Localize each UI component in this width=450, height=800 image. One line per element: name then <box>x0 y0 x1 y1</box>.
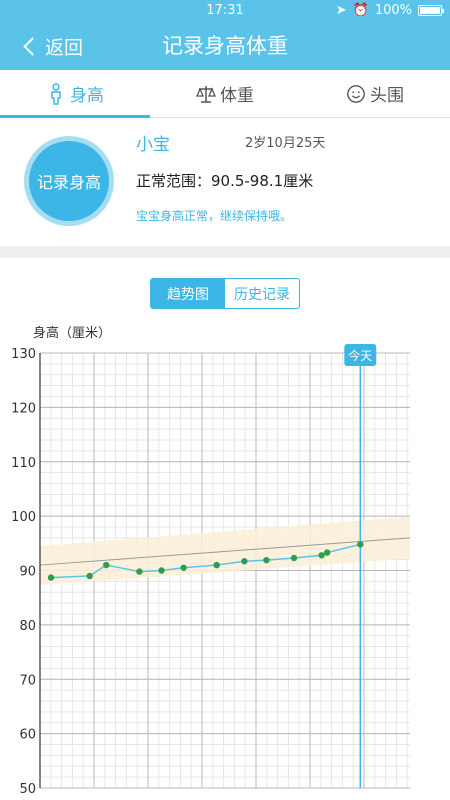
chart-canvas: 今天 50 60 70 80 90 100 110 120 130 <box>11 344 411 797</box>
tab-label: 体重 <box>220 86 254 106</box>
person-icon <box>51 82 61 105</box>
tab-label: 头围 <box>370 86 404 106</box>
y-tick-label: 50 <box>19 782 36 797</box>
today-label: 今天 <box>348 348 372 363</box>
data-point <box>86 572 93 580</box>
info-card: 记录身高 小宝 2岁10月25天 正常范围：90.5-98.1厘米 宝宝身高正常… <box>0 118 450 246</box>
status-message: 宝宝身高正常，继续保持哦。 <box>136 209 293 223</box>
data-point <box>213 561 220 569</box>
y-tick-label: 120 <box>11 401 36 416</box>
tab-height[interactable]: 身高 <box>0 70 150 118</box>
alarm-icon: ⏰ <box>352 3 369 18</box>
segment-history[interactable]: 历史记录 <box>225 279 299 308</box>
y-tick-label: 130 <box>11 347 36 362</box>
record-height-button[interactable]: 记录身高 <box>24 136 114 226</box>
data-point <box>323 549 331 556</box>
tab-head[interactable]: 头围 <box>300 70 450 117</box>
y-tick-label: 100 <box>11 510 36 525</box>
y-tick-label: 90 <box>19 565 36 580</box>
status-bar: 17:31 ➤ ⏰ 100% <box>0 0 450 22</box>
data-point <box>290 554 298 562</box>
page-title: 记录身高体重 <box>162 34 288 58</box>
section-divider <box>0 246 450 258</box>
tab-label: 身高 <box>70 86 104 106</box>
data-point <box>103 561 110 569</box>
height-chart: 身高（厘米） 今天 50 60 70 80 90 100 110 120 130 <box>0 316 450 800</box>
y-tick-label: 60 <box>19 728 36 743</box>
face-icon <box>347 84 365 103</box>
scale-icon <box>196 85 216 103</box>
y-tick-label: 80 <box>19 619 36 634</box>
view-switcher: 趋势图 历史记录 <box>150 278 300 309</box>
data-point <box>47 574 55 581</box>
data-point <box>180 564 187 571</box>
data-point <box>318 552 325 559</box>
data-point <box>241 558 248 565</box>
location-icon: ➤ <box>335 3 347 18</box>
tab-weight[interactable]: 体重 <box>150 70 300 117</box>
y-tick-label: 70 <box>19 673 36 688</box>
y-tick-label: 110 <box>11 456 36 471</box>
normal-range: 正常范围：90.5-98.1厘米 <box>136 172 314 190</box>
baby-name: 小宝 <box>136 135 170 155</box>
battery-icon <box>418 5 444 16</box>
data-point <box>263 556 270 564</box>
data-point <box>357 541 364 548</box>
nav-bar: 返回 记录身高体重 <box>0 22 450 70</box>
baby-age: 2岁10月25天 <box>245 136 326 151</box>
status-right: ➤ ⏰ 100% <box>335 3 444 18</box>
data-point <box>158 567 165 574</box>
battery-percent: 100% <box>374 3 412 18</box>
tab-bar: 身高 体重 头围 <box>0 70 450 118</box>
data-point <box>136 568 143 575</box>
segment-trend[interactable]: 趋势图 <box>151 279 225 308</box>
